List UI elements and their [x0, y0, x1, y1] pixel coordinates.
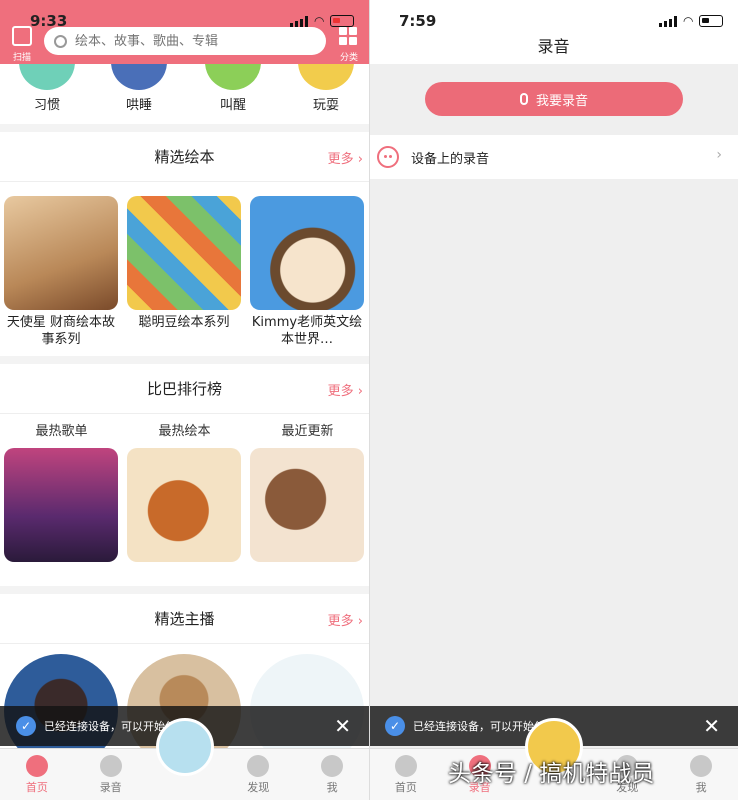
device-icon [377, 146, 399, 168]
home-scroll[interactable]: 习惯 哄睡 叫醒 玩耍 精选绘本 更多 › 天使星 财商绘本故事系列 聪明豆绘本… [0, 64, 369, 748]
profile-icon [690, 755, 713, 777]
category-wakeup[interactable]: 叫醒 [193, 64, 273, 113]
check-icon: ✓ [385, 716, 405, 736]
more-link[interactable]: 更多 › [328, 610, 363, 629]
tab-hot-books[interactable]: 最热绘本 [123, 420, 246, 439]
ranking-cover[interactable] [250, 448, 364, 562]
more-label: 更多 [327, 384, 354, 399]
page-title: 录音 [537, 37, 570, 56]
scan-label: 扫描 [13, 53, 32, 63]
scan-icon[interactable] [12, 26, 32, 46]
featured-books-section: 精选绘本 更多 › 天使星 财商绘本故事系列 聪明豆绘本系列 Kimmy老师英文… [0, 132, 369, 356]
book-card[interactable]: 天使星 财商绘本故事系列 [4, 196, 118, 348]
section-header: 精选主播 更多 › [0, 594, 369, 644]
tab-me[interactable]: 我 [295, 749, 369, 800]
ranking-tabs: 最热歌单 最热绘本 最近更新 [0, 414, 369, 444]
search-bar[interactable] [44, 27, 326, 55]
tab-label: 我 [326, 781, 338, 794]
search-input[interactable] [75, 33, 295, 49]
home-header: 9:33 ◠ 扫描 分类 [0, 0, 369, 64]
watermark: 头条号 / 搞机特战员 [448, 761, 655, 787]
signal-icon [659, 15, 677, 27]
chevron-right-icon: › [716, 147, 722, 163]
tab-me[interactable]: 我 [664, 749, 738, 800]
wifi-icon: ◠ [314, 14, 325, 28]
battery-icon [699, 15, 724, 27]
tab-discover[interactable]: 发现 [221, 749, 295, 800]
tab-label: 发现 [247, 781, 270, 794]
battery-icon [330, 15, 355, 27]
record-button[interactable]: 我要录音 [425, 82, 683, 116]
book-list: 天使星 财商绘本故事系列 聪明豆绘本系列 Kimmy老师英文绘本世界… [0, 182, 369, 356]
section-header: 比巴排行榜 更多 › [0, 364, 369, 414]
tab-record[interactable]: 录音 [74, 749, 148, 800]
book-cover [250, 196, 364, 310]
record-button-label: 我要录音 [535, 93, 588, 109]
tab-label: 我 [695, 781, 707, 794]
category-play[interactable]: 玩耍 [286, 64, 366, 113]
tab-home[interactable]: 首页 [0, 749, 74, 800]
microphone-icon [519, 93, 528, 105]
close-icon[interactable]: ✕ [703, 714, 720, 738]
habit-icon [19, 64, 75, 90]
category-row: 习惯 哄睡 叫醒 玩耍 [0, 64, 369, 124]
category-icon[interactable] [339, 27, 357, 45]
category-label: 叫醒 [219, 98, 246, 113]
category-label: 哄睡 [125, 98, 152, 113]
status-icons: ◠ [290, 14, 355, 28]
section-title: 精选绘本 [154, 148, 215, 166]
tab-recent-updates[interactable]: 最近更新 [246, 420, 369, 439]
record-screen: 7:59 ◠ 录音 我要录音 设备上的录音 › ✓ 已经连接设备，可以开始使用了… [369, 0, 738, 800]
category-habit[interactable]: 习惯 [7, 64, 87, 113]
book-cover [127, 196, 241, 310]
close-icon[interactable]: ✕ [334, 714, 351, 738]
profile-icon [321, 755, 344, 777]
ranking-section: 比巴排行榜 更多 › 最热歌单 最热绘本 最近更新 [0, 364, 369, 586]
more-link[interactable]: 更多 › [328, 380, 363, 399]
book-card[interactable]: Kimmy老师英文绘本世界… [250, 196, 364, 348]
ranking-cover[interactable] [4, 448, 118, 562]
device-recordings-row[interactable]: 设备上的录音 › [369, 135, 738, 179]
center-play-button[interactable] [156, 718, 214, 776]
status-time: 7:59 [399, 12, 437, 30]
ranking-list [0, 444, 369, 586]
tab-home[interactable]: 首页 [369, 749, 443, 800]
wifi-icon: ◠ [683, 14, 694, 28]
status-icons: ◠ [659, 14, 724, 28]
play-icon [298, 64, 354, 90]
home-icon [394, 755, 417, 777]
home-screen: 9:33 ◠ 扫描 分类 习惯 哄睡 叫醒 [0, 0, 369, 800]
ranking-cover[interactable] [127, 448, 241, 562]
category-label: 分类 [340, 53, 359, 63]
more-label: 更多 [327, 614, 354, 629]
section-title: 比巴排行榜 [146, 380, 222, 398]
divider [369, 0, 370, 800]
check-icon: ✓ [16, 716, 36, 736]
tab-hot-playlists[interactable]: 最热歌单 [0, 420, 123, 439]
home-icon [25, 755, 48, 777]
row-label: 设备上的录音 [411, 151, 490, 167]
more-link[interactable]: 更多 › [328, 148, 363, 167]
category-label: 习惯 [33, 98, 60, 113]
section-title: 精选主播 [154, 610, 215, 628]
category-label: 玩耍 [312, 98, 339, 113]
more-label: 更多 [327, 152, 354, 167]
tab-label: 首页 [394, 781, 417, 794]
moon-icon [111, 64, 167, 90]
tab-label: 录音 [99, 781, 122, 794]
signal-icon [290, 15, 308, 27]
alarm-icon [205, 64, 261, 90]
section-header: 精选绘本 更多 › [0, 132, 369, 182]
category-sleep[interactable]: 哄睡 [99, 64, 179, 113]
planet-icon [247, 755, 270, 777]
record-icon [99, 755, 122, 777]
record-header: 7:59 ◠ 录音 [369, 0, 738, 64]
tab-label: 首页 [25, 781, 48, 794]
book-card[interactable]: 聪明豆绘本系列 [127, 196, 241, 348]
book-title: 聪明豆绘本系列 [138, 315, 230, 330]
book-title: Kimmy老师英文绘本世界… [251, 315, 363, 347]
book-cover [4, 196, 118, 310]
search-icon [54, 34, 67, 48]
book-title: 天使星 财商绘本故事系列 [6, 315, 116, 347]
